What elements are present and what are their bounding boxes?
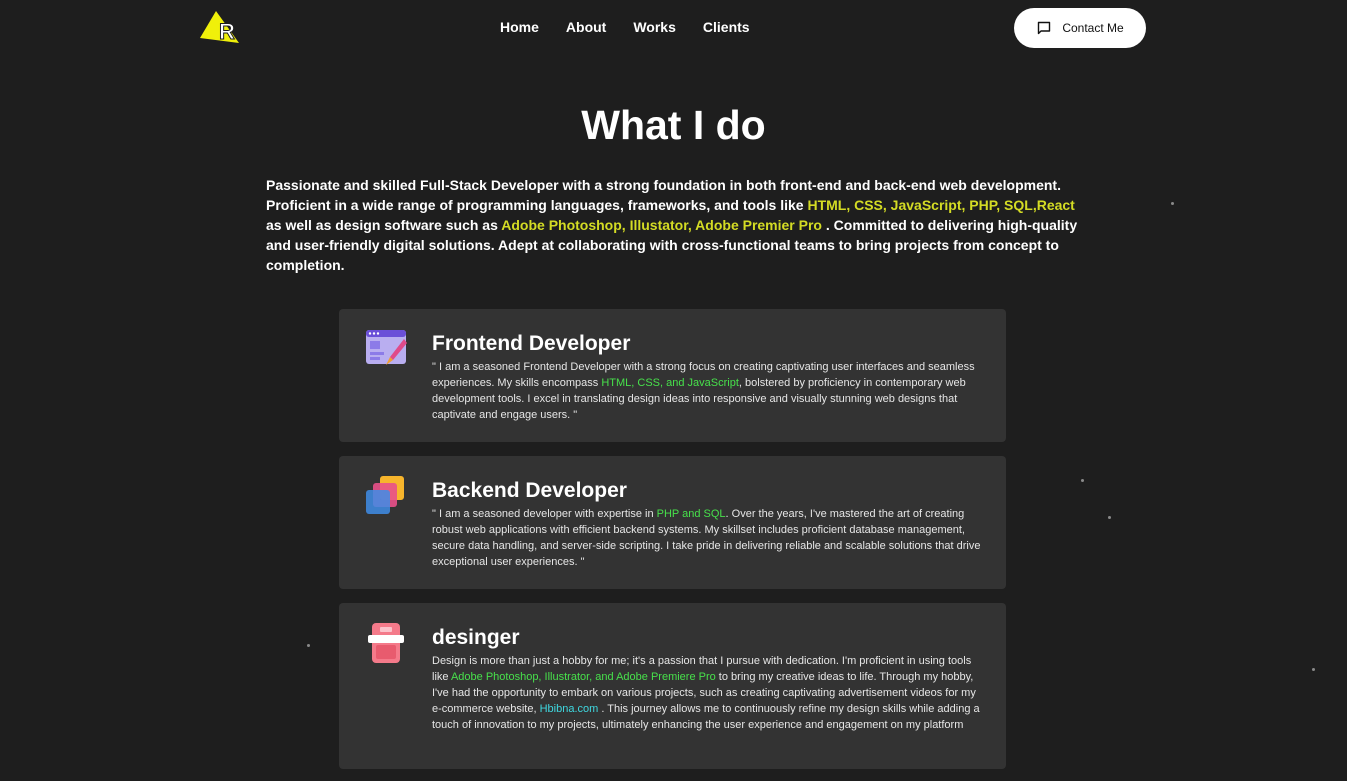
star-decoration	[1312, 668, 1315, 671]
card-title: Frontend Developer	[432, 332, 631, 355]
logo-icon: R	[200, 11, 239, 45]
service-card-designer: desinger Design is more than just a hobb…	[339, 603, 1006, 769]
intro-design-tools-highlight: Adobe Photoshop, Illustator, Adobe Premi…	[501, 217, 822, 233]
nav-clients[interactable]: Clients	[703, 18, 750, 36]
website-link[interactable]: Hbibna.com	[540, 703, 599, 715]
service-card-frontend: Frontend Developer " I am a seasoned Fro…	[339, 309, 1006, 442]
intro-paragraph: Passionate and skilled Full-Stack Develo…	[266, 175, 1086, 275]
star-decoration	[1171, 202, 1174, 205]
card-skills-highlight: HTML, CSS, and JavaScript	[601, 377, 739, 389]
logo-letter: R	[219, 19, 235, 44]
nav-about[interactable]: About	[566, 18, 606, 36]
card-tools-highlight: Adobe Photoshop, Illustrator, and Adobe …	[450, 671, 716, 683]
card-text: " I am a seasoned developer with experti…	[432, 508, 657, 520]
contact-me-button[interactable]: Contact Me	[1014, 8, 1146, 48]
contact-me-label: Contact Me	[1062, 21, 1124, 35]
card-title: desinger	[432, 626, 520, 649]
intro-skills-highlight: HTML, CSS, JavaScript, PHP, SQL,React	[807, 197, 1075, 213]
card-description: " I am a seasoned developer with experti…	[432, 506, 982, 570]
service-card-backend: Backend Developer " I am a seasoned deve…	[339, 456, 1006, 589]
card-description: " I am a seasoned Frontend Developer wit…	[432, 359, 982, 423]
card-description: Design is more than just a hobby for me;…	[432, 653, 982, 733]
main-nav: Home About Works Clients	[500, 18, 750, 36]
star-decoration	[1108, 516, 1111, 519]
web-design-icon	[366, 330, 407, 365]
design-tool-icon	[368, 623, 404, 663]
message-icon	[1038, 21, 1051, 35]
logo[interactable]: R	[199, 9, 243, 47]
star-decoration	[1081, 479, 1084, 482]
card-title: Backend Developer	[432, 479, 627, 502]
layers-icon	[366, 476, 404, 514]
site-header: R Home About Works Clients Contact Me	[0, 0, 1347, 56]
nav-works[interactable]: Works	[633, 18, 676, 36]
star-decoration	[307, 644, 310, 647]
intro-text: as well as design software such as	[266, 217, 502, 233]
section-title: What I do	[581, 102, 766, 148]
card-skills-highlight: PHP and SQL	[656, 508, 726, 520]
nav-home[interactable]: Home	[500, 18, 539, 36]
